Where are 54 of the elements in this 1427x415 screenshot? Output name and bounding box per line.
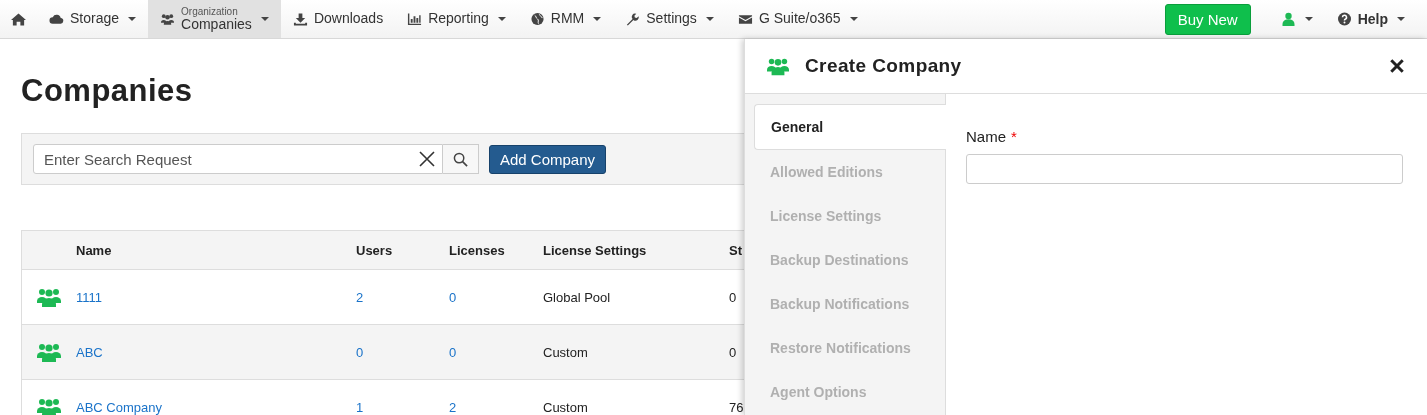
company-link[interactable]: 1111 (76, 289, 103, 305)
name-field[interactable] (966, 154, 1403, 184)
nav-menu-item[interactable]: RMM (517, 0, 614, 38)
required-mark: * (1011, 128, 1017, 145)
users-count-link[interactable]: 0 (356, 344, 364, 360)
download-icon (292, 12, 308, 26)
nav-menu-item[interactable]: Settings (613, 0, 726, 38)
column-header: St (729, 242, 743, 258)
globe-icon (529, 12, 545, 26)
user-icon (1280, 12, 1296, 26)
help-icon (1336, 12, 1352, 26)
search-icon (453, 151, 468, 167)
column-header: Name (76, 242, 113, 258)
column-header: Licenses (449, 242, 506, 258)
company-link[interactable]: ABC Company (76, 399, 162, 415)
nav-menu-item[interactable]: G Suite/o365 (725, 0, 870, 38)
panel-title: Create Company (805, 55, 963, 77)
table-cell-text: 76 (729, 399, 745, 415)
clear-icon[interactable] (419, 151, 435, 167)
column-header: Users (356, 242, 394, 258)
bar-chart-icon (407, 12, 423, 26)
users-count-link[interactable]: 1 (356, 399, 364, 415)
company-link[interactable]: ABC (76, 344, 103, 360)
licenses-count-link[interactable]: 0 (449, 344, 457, 360)
search-field[interactable]: Enter Search Request (33, 144, 443, 174)
table-cell-text: Custom (543, 344, 589, 360)
nav-menu-item[interactable]: Organization Companies (148, 0, 281, 38)
column-header: License Settings (543, 242, 648, 258)
field-label: Name (966, 128, 1006, 145)
users-icon (160, 12, 176, 26)
licenses-count-link[interactable]: 2 (449, 399, 457, 415)
users-count-link[interactable]: 2 (356, 289, 364, 305)
search-button[interactable] (443, 144, 479, 174)
users-icon (767, 56, 789, 76)
nav-menu-item[interactable]: Storage (37, 0, 149, 38)
licenses-count-link[interactable]: 0 (449, 289, 457, 305)
caret-icon (1397, 17, 1405, 21)
table-cell-text: Custom (543, 399, 589, 415)
panel-tab[interactable]: General (754, 104, 946, 150)
add-company-button[interactable]: Add Company (489, 144, 607, 174)
close-icon[interactable] (1389, 58, 1405, 74)
users-icon (37, 396, 61, 415)
table-cell-text: Global Pool (543, 289, 612, 305)
page-title: Companies (21, 73, 194, 109)
users-icon (37, 286, 61, 308)
nav-menu-item[interactable]: Downloads (280, 0, 396, 38)
caret-icon (1304, 17, 1313, 21)
envelope-icon (737, 12, 753, 26)
nav-menu-item[interactable]: Reporting (395, 0, 518, 38)
users-icon (37, 341, 61, 363)
help-menu[interactable]: Help (1324, 0, 1417, 38)
home-icon (11, 12, 26, 26)
cloud-icon (49, 12, 64, 26)
wrench-icon (625, 12, 641, 26)
